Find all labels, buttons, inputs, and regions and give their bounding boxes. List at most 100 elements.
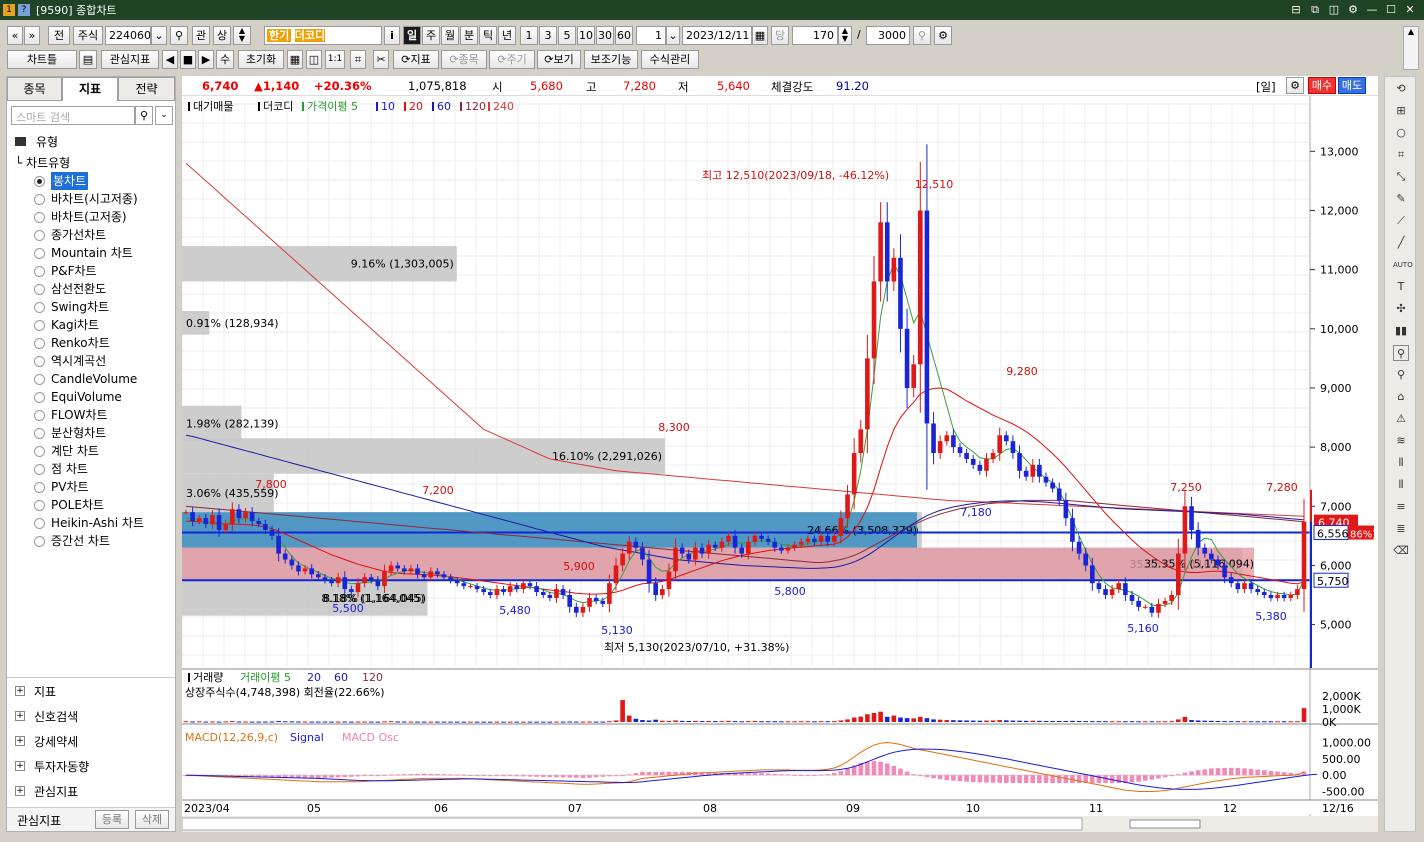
chart-type-item[interactable]: 분산형차트 — [34, 424, 106, 442]
chart-type-subgroup[interactable]: └ 차트유형 — [15, 154, 70, 171]
interval-10-button[interactable]: 10 — [577, 26, 595, 45]
radio-icon[interactable] — [34, 175, 45, 187]
search-icon[interactable]: ⚲ — [135, 106, 153, 125]
chart-type-item[interactable]: Renko차트 — [34, 334, 110, 352]
front-button[interactable]: 전 — [48, 26, 70, 45]
line-chart-icon[interactable]: ⌗ — [1393, 147, 1409, 163]
close-icon[interactable]: ✕ — [1402, 3, 1418, 16]
prev-button[interactable]: « — [7, 26, 23, 45]
copy-icon[interactable]: ⧉ — [1307, 3, 1323, 17]
sell-button[interactable]: 매도 — [1338, 77, 1366, 94]
period-tick-button[interactable]: 틱 — [479, 26, 497, 45]
radio-icon[interactable] — [34, 355, 45, 367]
period-minute-button[interactable]: 분 — [460, 26, 478, 45]
split-icon[interactable]: ◫ — [306, 50, 322, 69]
calendar-icon[interactable]: ▦ — [752, 26, 768, 45]
info-button[interactable]: i — [384, 26, 400, 45]
chart-type-item[interactable]: CandleVolume — [34, 370, 137, 388]
drag-icon[interactable]: ⤡ — [1393, 169, 1409, 185]
segment-icon[interactable]: ⟋ — [1393, 213, 1409, 229]
smart-search-input[interactable]: 스마트 검색 — [11, 106, 135, 125]
chart-type-item[interactable]: 증간선 차트 — [34, 532, 110, 550]
chart-type-item[interactable]: 바차트(시고저종) — [34, 190, 138, 208]
reset-button[interactable]: 초기화 — [238, 50, 284, 69]
columns-icon[interactable]: ⦀ — [1393, 477, 1409, 493]
radio-icon[interactable] — [34, 301, 45, 313]
bottom-group-item[interactable]: + 신호검색 — [15, 706, 78, 726]
tab-strategy[interactable]: 전략 — [118, 77, 175, 101]
interval-5-button[interactable]: 5 — [558, 26, 576, 45]
chart-type-item[interactable]: 계단 차트 — [34, 442, 99, 460]
interval-60-button[interactable]: 60 — [615, 26, 633, 45]
radio-icon[interactable] — [34, 337, 45, 349]
formula-manager-button[interactable]: 수식관리 — [641, 50, 699, 69]
period-week-button[interactable]: 주 — [422, 26, 440, 45]
chart-type-item[interactable]: 종가선차트 — [34, 226, 106, 244]
bars-icon[interactable]: ▮▮ — [1393, 323, 1409, 339]
chart-type-item[interactable]: Mountain 차트 — [34, 244, 133, 262]
chart-type-item[interactable]: 삼선전환도 — [34, 280, 106, 298]
diagonal-line-icon[interactable]: ╱ — [1393, 235, 1409, 251]
radio-icon[interactable] — [34, 283, 45, 295]
expand-plus-icon[interactable]: + — [15, 786, 25, 796]
radio-icon[interactable] — [34, 445, 45, 457]
interval-3-button[interactable]: 3 — [539, 26, 557, 45]
interval-1-button[interactable]: 1 — [520, 26, 538, 45]
date-input[interactable]: 2023/12/11 — [682, 26, 752, 45]
next-button[interactable]: » — [24, 26, 40, 45]
minimize-icon[interactable]: — — [1364, 3, 1380, 16]
vertical-lines-icon[interactable]: ⦀ — [1393, 455, 1409, 471]
expand-plus-icon[interactable]: + — [15, 761, 25, 771]
count-input[interactable]: 1 — [636, 26, 666, 45]
watch-index-button[interactable]: 관심지표 — [101, 50, 159, 69]
code-dropdown-icon[interactable]: ⌄ — [151, 26, 167, 45]
view-button[interactable]: ⟳보기 — [537, 50, 581, 69]
radio-icon[interactable] — [34, 481, 45, 493]
radio-icon[interactable] — [34, 535, 45, 547]
updown-spinner-icon[interactable]: ▲ ▼ — [233, 26, 251, 45]
chart-frame-button[interactable]: 차트틀 — [7, 50, 77, 69]
su-button[interactable]: 수 — [216, 50, 234, 69]
radio-icon[interactable] — [34, 211, 45, 223]
radio-icon[interactable] — [34, 373, 45, 385]
chart-type-item[interactable]: 바차트(고저종) — [34, 208, 127, 226]
maximize-icon[interactable]: ☐ — [1383, 3, 1399, 16]
bars-spinner-icon[interactable]: ▲ ▼ — [838, 26, 852, 45]
chart-type-item[interactable]: 역시계곡선 — [34, 352, 106, 370]
sang-button[interactable]: 상 — [213, 26, 231, 45]
delete-button[interactable]: 삭제 — [135, 810, 169, 829]
index-button[interactable]: ⟳지표 — [393, 50, 439, 69]
tab-stock[interactable]: 종목 — [7, 77, 62, 101]
bottom-group-item[interactable]: + 관심지표 — [15, 781, 78, 801]
eraser-icon[interactable]: ⌫ — [1393, 543, 1409, 559]
radio-icon[interactable] — [34, 499, 45, 511]
period-month-button[interactable]: 월 — [441, 26, 459, 45]
buy-button[interactable]: 매수 — [1308, 77, 1336, 94]
chart-type-item[interactable]: EquiVolume — [34, 388, 122, 406]
rewind-icon[interactable]: ◀ — [162, 50, 178, 69]
max-bars-input[interactable]: 3000 — [866, 26, 910, 45]
chart-type-item[interactable]: P&F차트 — [34, 262, 97, 280]
scissors-icon[interactable]: ✂ — [373, 50, 389, 69]
radio-icon[interactable] — [34, 409, 45, 421]
scroll-up-icon[interactable]: ▲ — [1404, 27, 1418, 36]
chart-type-item[interactable]: POLE차트 — [34, 496, 104, 514]
chart-type-item[interactable]: Swing차트 — [34, 298, 109, 316]
link-icon[interactable]: ⊞ — [1393, 103, 1409, 119]
bars-count-input[interactable]: 170 — [792, 26, 838, 45]
interval-30-button[interactable]: 30 — [596, 26, 614, 45]
zoom-icon[interactable]: ⚲ — [913, 26, 931, 45]
zigzag-icon[interactable]: ≋ — [1393, 433, 1409, 449]
chart-type-item[interactable]: Heikin-Ashi 차트 — [34, 514, 144, 532]
bottom-group-item[interactable]: + 지표 — [15, 681, 56, 701]
auto-icon[interactable]: AUTO — [1393, 257, 1413, 273]
search-icon[interactable]: ⚲ — [170, 26, 188, 45]
zoom-icon[interactable]: ⚲ — [1393, 345, 1409, 361]
stock-code-input[interactable]: 224060 — [105, 26, 151, 45]
stock-compare-button[interactable]: ⟳종목 — [441, 50, 487, 69]
radio-icon[interactable] — [34, 463, 45, 475]
market-select[interactable]: 주식 — [73, 26, 103, 45]
radio-icon[interactable] — [34, 247, 45, 259]
refresh-icon[interactable]: ⟲ — [1393, 81, 1409, 97]
period-compare-button[interactable]: ⟳주기 — [489, 50, 535, 69]
